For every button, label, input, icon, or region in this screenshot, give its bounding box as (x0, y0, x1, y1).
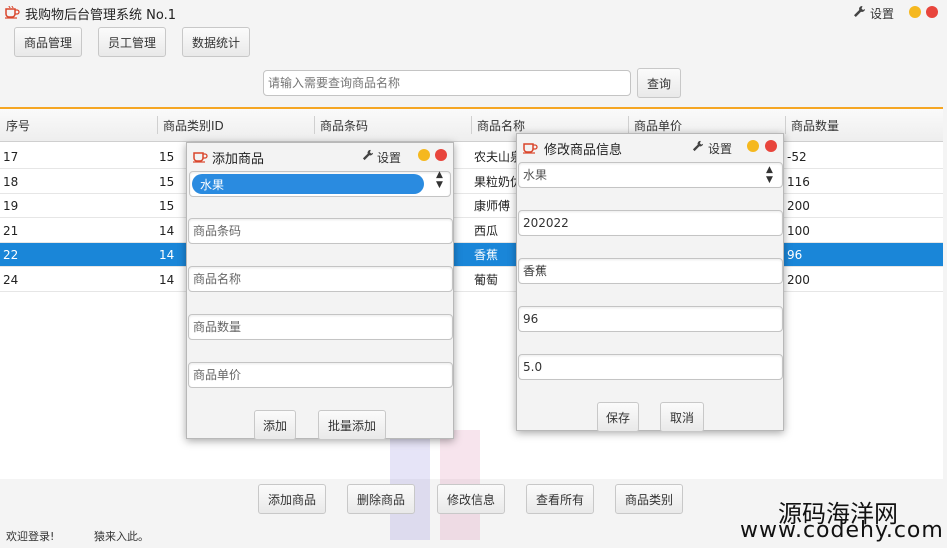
name-input[interactable]: 商品名称 (188, 266, 453, 292)
settings-link[interactable]: 设置 (870, 5, 894, 22)
edit-product-dialog: 修改商品信息 设置 水果 ▲ ▼ 202022 香蕉 96 5.0 保存 取消 (516, 133, 784, 432)
search-button[interactable]: 查询 (637, 68, 681, 98)
col-header-category[interactable]: 商品类别ID (163, 112, 224, 140)
cell-name: 香蕉 (474, 248, 499, 263)
cell-id: 24 (3, 273, 19, 287)
save-button[interactable]: 保存 (597, 402, 639, 432)
stepper-arrows-icon[interactable]: ▲ ▼ (436, 170, 443, 190)
cell-qty: 100 (787, 223, 810, 238)
menu-employee-button[interactable]: 员工管理 (98, 27, 166, 57)
status-welcome: 欢迎登录! (6, 530, 55, 543)
cell-name: 康师傅 (474, 199, 511, 214)
cell-id: 19 (3, 199, 19, 214)
wrench-icon[interactable] (692, 140, 704, 152)
cell-category: 14 (159, 248, 175, 263)
cell-qty: 200 (787, 273, 810, 287)
dialog-title: 修改商品信息 (544, 143, 623, 158)
cell-qty: 200 (787, 199, 810, 214)
cell-category: 14 (159, 273, 175, 287)
edit-info-button[interactable]: 修改信息 (437, 484, 505, 514)
delete-product-button[interactable]: 删除商品 (347, 484, 415, 514)
cell-name: 葡萄 (474, 273, 499, 287)
dialog-settings[interactable]: 设置 (708, 140, 732, 157)
coffee-cup-icon (523, 143, 538, 154)
cell-category: 15 (159, 174, 175, 189)
dialog-title: 添加商品 (212, 152, 265, 167)
window-title: 我购物后台管理系统 No.1 (25, 8, 176, 23)
col-header-qty[interactable]: 商品数量 (791, 112, 839, 140)
coffee-cup-icon (5, 5, 20, 19)
category-select[interactable]: 水果 ▲ ▼ (189, 170, 451, 197)
dialog-settings[interactable]: 设置 (377, 149, 401, 166)
dialog-title-bar: 添加商品 设置 (187, 143, 453, 169)
wrench-icon[interactable] (853, 5, 866, 18)
close-dot-icon[interactable] (765, 140, 777, 152)
cell-category: 15 (159, 150, 175, 164)
cell-qty: 116 (787, 174, 810, 189)
table-row[interactable]: 2414葡萄1.5200 (0, 268, 943, 292)
table-row[interactable]: 2114西瓜1.0100 (0, 218, 943, 243)
close-dot-icon[interactable] (926, 6, 938, 18)
close-dot-icon[interactable] (435, 149, 447, 161)
cell-category: 15 (159, 199, 175, 214)
cell-category: 14 (159, 223, 175, 238)
minimize-dot-icon[interactable] (909, 6, 921, 18)
table-row[interactable]: 1915康师傅2.0200 (0, 194, 943, 219)
search-input[interactable] (263, 70, 631, 96)
price-input[interactable]: 商品单价 (188, 362, 453, 388)
category-select[interactable]: 水果 ▲ ▼ (518, 162, 783, 188)
quantity-input[interactable]: 商品数量 (188, 314, 453, 340)
barcode-input[interactable]: 202022 (518, 210, 783, 236)
coffee-cup-icon (193, 152, 208, 163)
cell-qty: -52 (787, 150, 807, 164)
cell-id: 17 (3, 150, 19, 164)
table-row[interactable]: 1715农夫山泉2.5-52 (0, 145, 943, 169)
cell-id: 21 (3, 223, 19, 238)
cell-id: 18 (3, 174, 19, 189)
minimize-dot-icon[interactable] (418, 149, 430, 161)
barcode-input[interactable]: 商品条码 (188, 218, 453, 244)
title-bar: 我购物后台管理系统 No.1 设置 (0, 0, 947, 24)
quantity-input[interactable]: 96 (518, 306, 783, 332)
category-select-value: 水果 (523, 168, 548, 182)
menu-stats-button[interactable]: 数据统计 (182, 27, 250, 57)
cell-id: 22 (3, 248, 19, 263)
table-row[interactable]: 1815果粒奶优5.0116 (0, 169, 943, 194)
dialog-title-bar: 修改商品信息 设置 (517, 134, 783, 160)
cancel-button[interactable]: 取消 (660, 402, 704, 432)
cell-name: 农夫山泉 (474, 150, 523, 164)
table-row[interactable]: 2214香蕉5.096 (0, 243, 943, 268)
minimize-dot-icon[interactable] (747, 140, 759, 152)
cell-name: 西瓜 (474, 223, 499, 238)
status-user: 猿来入此。 (94, 530, 149, 543)
wrench-icon[interactable] (362, 149, 374, 161)
view-all-button[interactable]: 查看所有 (526, 484, 594, 514)
add-button[interactable]: 添加 (254, 410, 296, 440)
col-header-id[interactable]: 序号 (6, 112, 30, 140)
watermark-url: www.codehy.com (740, 518, 944, 543)
product-category-button[interactable]: 商品类别 (615, 484, 683, 514)
name-input[interactable]: 香蕉 (518, 258, 783, 284)
cell-name: 果粒奶优 (474, 174, 523, 189)
cell-qty: 96 (787, 248, 803, 263)
price-input[interactable]: 5.0 (518, 354, 783, 380)
batch-add-button[interactable]: 批量添加 (318, 410, 386, 440)
menu-product-button[interactable]: 商品管理 (14, 27, 82, 57)
add-product-button[interactable]: 添加商品 (258, 484, 326, 514)
category-select-value: 水果 (200, 178, 225, 192)
col-header-barcode[interactable]: 商品条码 (320, 112, 368, 140)
stepper-arrows-icon[interactable]: ▲ ▼ (766, 165, 773, 185)
add-product-dialog: 添加商品 设置 水果 ▲ ▼ 商品条码 商品名称 商品数量 商品单价 添加 批量添… (186, 142, 454, 440)
